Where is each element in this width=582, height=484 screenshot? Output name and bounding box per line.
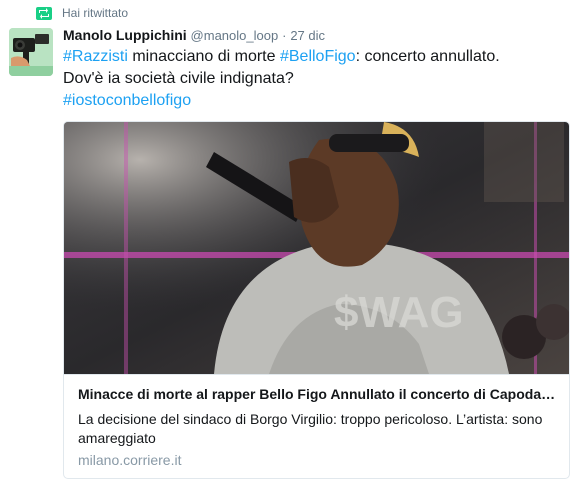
hashtag-razzisti[interactable]: #Razzisti — [63, 48, 128, 65]
tweet-header: Manolo Luppichini @manolo_loop · 27 dic — [63, 26, 573, 45]
tweet-text-part-1: minacciano di morte — [127, 48, 280, 65]
shirt-print: $WAG — [334, 288, 464, 337]
tweet-text-line-1: #Razzisti minacciano di morte #BelloFigo… — [63, 46, 573, 68]
hashtag-iostoconbellofigo[interactable]: #iostoconbellofigo — [63, 92, 191, 109]
author-name[interactable]: Manolo Luppichini — [63, 27, 187, 43]
author-handle[interactable]: @manolo_loop — [191, 28, 279, 43]
tweet-text: #Razzisti minacciano di morte #BelloFigo… — [63, 46, 573, 112]
tweet[interactable]: Manolo Luppichini @manolo_loop · 27 dic … — [63, 26, 573, 112]
tweet-timestamp[interactable]: 27 dic — [290, 28, 325, 43]
hashtag-bellofigo[interactable]: #BelloFigo — [280, 48, 356, 65]
card-domain: milano.corriere.it — [78, 452, 182, 468]
card-image-photo: $WAG — [64, 122, 569, 374]
card-description: La decisione del sindaco di Borgo Virgil… — [78, 411, 543, 446]
card-title[interactable]: Minacce di morte al rapper Bello Figo An… — [78, 386, 556, 402]
tweet-text-part-2: : concerto annullato. — [355, 48, 500, 65]
link-card[interactable]: $WAG Minacce di morte al rapper Bello Fi… — [63, 121, 570, 479]
tweet-text-line-2: Dov'è ia società civile indignata? — [63, 70, 294, 87]
card-image[interactable]: $WAG — [64, 122, 569, 374]
avatar[interactable] — [9, 28, 53, 76]
card-body[interactable]: Minacce di morte al rapper Bello Figo An… — [64, 374, 569, 478]
header-separator: · — [282, 28, 287, 43]
camera-avatar-image — [9, 28, 53, 76]
retweet-context: Hai ritwittato — [36, 5, 128, 21]
retweet-label: Hai ritwittato — [62, 6, 129, 20]
retweet-icon — [36, 6, 52, 20]
